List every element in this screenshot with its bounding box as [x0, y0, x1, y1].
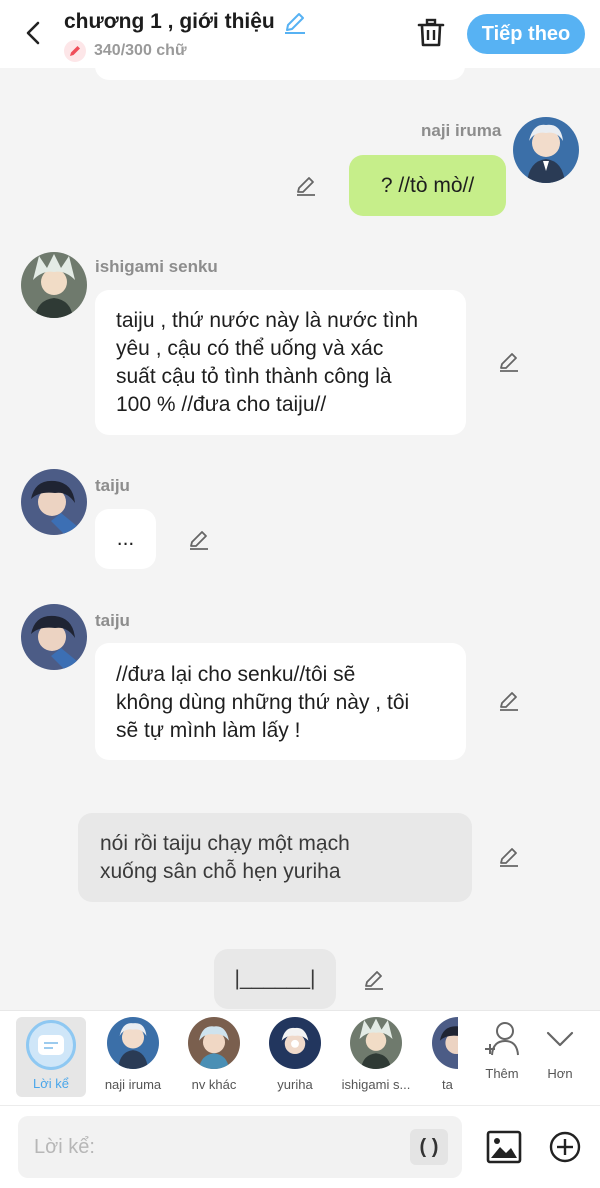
- character-label: ta: [442, 1077, 453, 1092]
- message-input[interactable]: [18, 1116, 462, 1178]
- avatar: [350, 1017, 402, 1069]
- avatar-naji-iruma[interactable]: [513, 117, 579, 183]
- image-icon: [486, 1130, 522, 1164]
- word-count-text: 340/300 chữ: [94, 42, 187, 59]
- input-bar: ( ): [0, 1105, 600, 1188]
- message-bubble[interactable]: ? //tò mò//: [349, 155, 506, 216]
- trash-icon: [417, 18, 445, 47]
- edit-message-icon[interactable]: [496, 688, 522, 714]
- avatar: [188, 1017, 240, 1069]
- pencil-icon: [64, 40, 86, 62]
- next-button[interactable]: Tiếp theo: [467, 14, 585, 54]
- plus-circle-icon: [549, 1131, 581, 1163]
- character-label: nv khác: [191, 1077, 237, 1092]
- narration-bubble[interactable]: |______|: [214, 949, 336, 1009]
- message-text: ...: [116, 527, 135, 550]
- edit-message-icon[interactable]: [496, 349, 522, 375]
- edit-message-icon[interactable]: [293, 173, 319, 199]
- add-label: Thêm: [485, 1066, 519, 1081]
- parentheses-button[interactable]: ( ): [410, 1129, 448, 1165]
- avatar: [107, 1017, 159, 1069]
- chevron-down-icon: [546, 1031, 574, 1047]
- message-bubble[interactable]: ...: [95, 509, 156, 569]
- more-characters-button[interactable]: Hơn: [535, 1019, 585, 1081]
- character-label: yuriha: [277, 1077, 313, 1092]
- message-line: suất cậu tỏ tình thành công là: [116, 365, 392, 388]
- character-selector: Lời kể naji iruma nv khác yuriha ishigam…: [0, 1010, 600, 1105]
- message-line: taiju , thứ nước này là nước tình: [116, 309, 419, 332]
- message-line: yêu , cậu có thể uống và xác: [116, 337, 384, 360]
- speaker-name: ishigami senku: [95, 257, 218, 276]
- message-text: ? //tò mò//: [380, 173, 475, 197]
- character-taiju-partial[interactable]: ta: [432, 1017, 458, 1092]
- narration-icon: [26, 1020, 76, 1070]
- top-bar: chương 1 , giới thiệu 340/300 chữ Tiếp t…: [0, 0, 600, 68]
- word-count: 340/300 chữ: [64, 40, 187, 62]
- character-yuriha[interactable]: yuriha: [250, 1017, 340, 1092]
- message-line: 100 % //đưa cho taiju//: [116, 393, 327, 416]
- message-line: sẽ tự mình làm lấy !: [116, 719, 301, 742]
- back-button[interactable]: [18, 18, 48, 48]
- add-character-button[interactable]: Thêm: [477, 1019, 527, 1081]
- narration-line: xuống sân chỗ hẹn yuriha: [100, 860, 341, 883]
- avatar-taiju[interactable]: [21, 604, 87, 670]
- edit-title-icon[interactable]: [282, 10, 308, 36]
- previous-bubble[interactable]: [95, 68, 465, 80]
- speaker-name: naji iruma: [421, 121, 502, 140]
- edit-message-icon[interactable]: [186, 527, 212, 553]
- character-narrator[interactable]: Lời kể: [16, 1017, 86, 1097]
- avatar: [269, 1017, 321, 1069]
- edit-message-icon[interactable]: [361, 967, 387, 993]
- edit-message-icon[interactable]: [496, 844, 522, 870]
- narration-bubble[interactable]: nói rồi taiju chạy một mạch xuống sân ch…: [78, 813, 472, 902]
- chapter-title[interactable]: chương 1 , giới thiệu: [64, 10, 275, 34]
- message-bubble[interactable]: taiju , thứ nước này là nước tình yêu , …: [95, 290, 466, 435]
- delete-button[interactable]: [414, 16, 448, 50]
- avatar-taiju[interactable]: [21, 469, 87, 535]
- character-label: ishigami s...: [341, 1077, 411, 1092]
- avatar: [432, 1017, 458, 1069]
- more-label: Hơn: [547, 1066, 573, 1081]
- chat-area[interactable]: naji iruma ? //tò mò// ishigami senku ta…: [0, 68, 600, 1010]
- message-bubble[interactable]: //đưa lại cho senku//tôi sẽ không dùng n…: [95, 643, 466, 760]
- speaker-name: taiju: [95, 611, 130, 630]
- add-person-icon: [485, 1022, 519, 1056]
- add-button[interactable]: [548, 1130, 582, 1164]
- message-line: //đưa lại cho senku//tôi sẽ: [116, 663, 356, 686]
- narration-line: nói rồi taiju chạy một mạch: [100, 832, 350, 855]
- narration-text: |______|: [234, 967, 316, 990]
- character-nv-khac[interactable]: nv khác: [169, 1017, 259, 1092]
- avatar-ishigami-senku[interactable]: [21, 252, 87, 318]
- speaker-name: taiju: [95, 476, 130, 495]
- chevron-left-icon: [26, 21, 40, 45]
- character-label: Lời kể: [33, 1076, 69, 1091]
- character-naji-iruma[interactable]: naji iruma: [88, 1017, 178, 1092]
- message-line: không dùng những thứ này , tôi: [116, 691, 410, 714]
- character-label: naji iruma: [104, 1077, 162, 1092]
- insert-image-button[interactable]: [486, 1130, 522, 1164]
- character-ishigami-senku[interactable]: ishigami s...: [331, 1017, 421, 1092]
